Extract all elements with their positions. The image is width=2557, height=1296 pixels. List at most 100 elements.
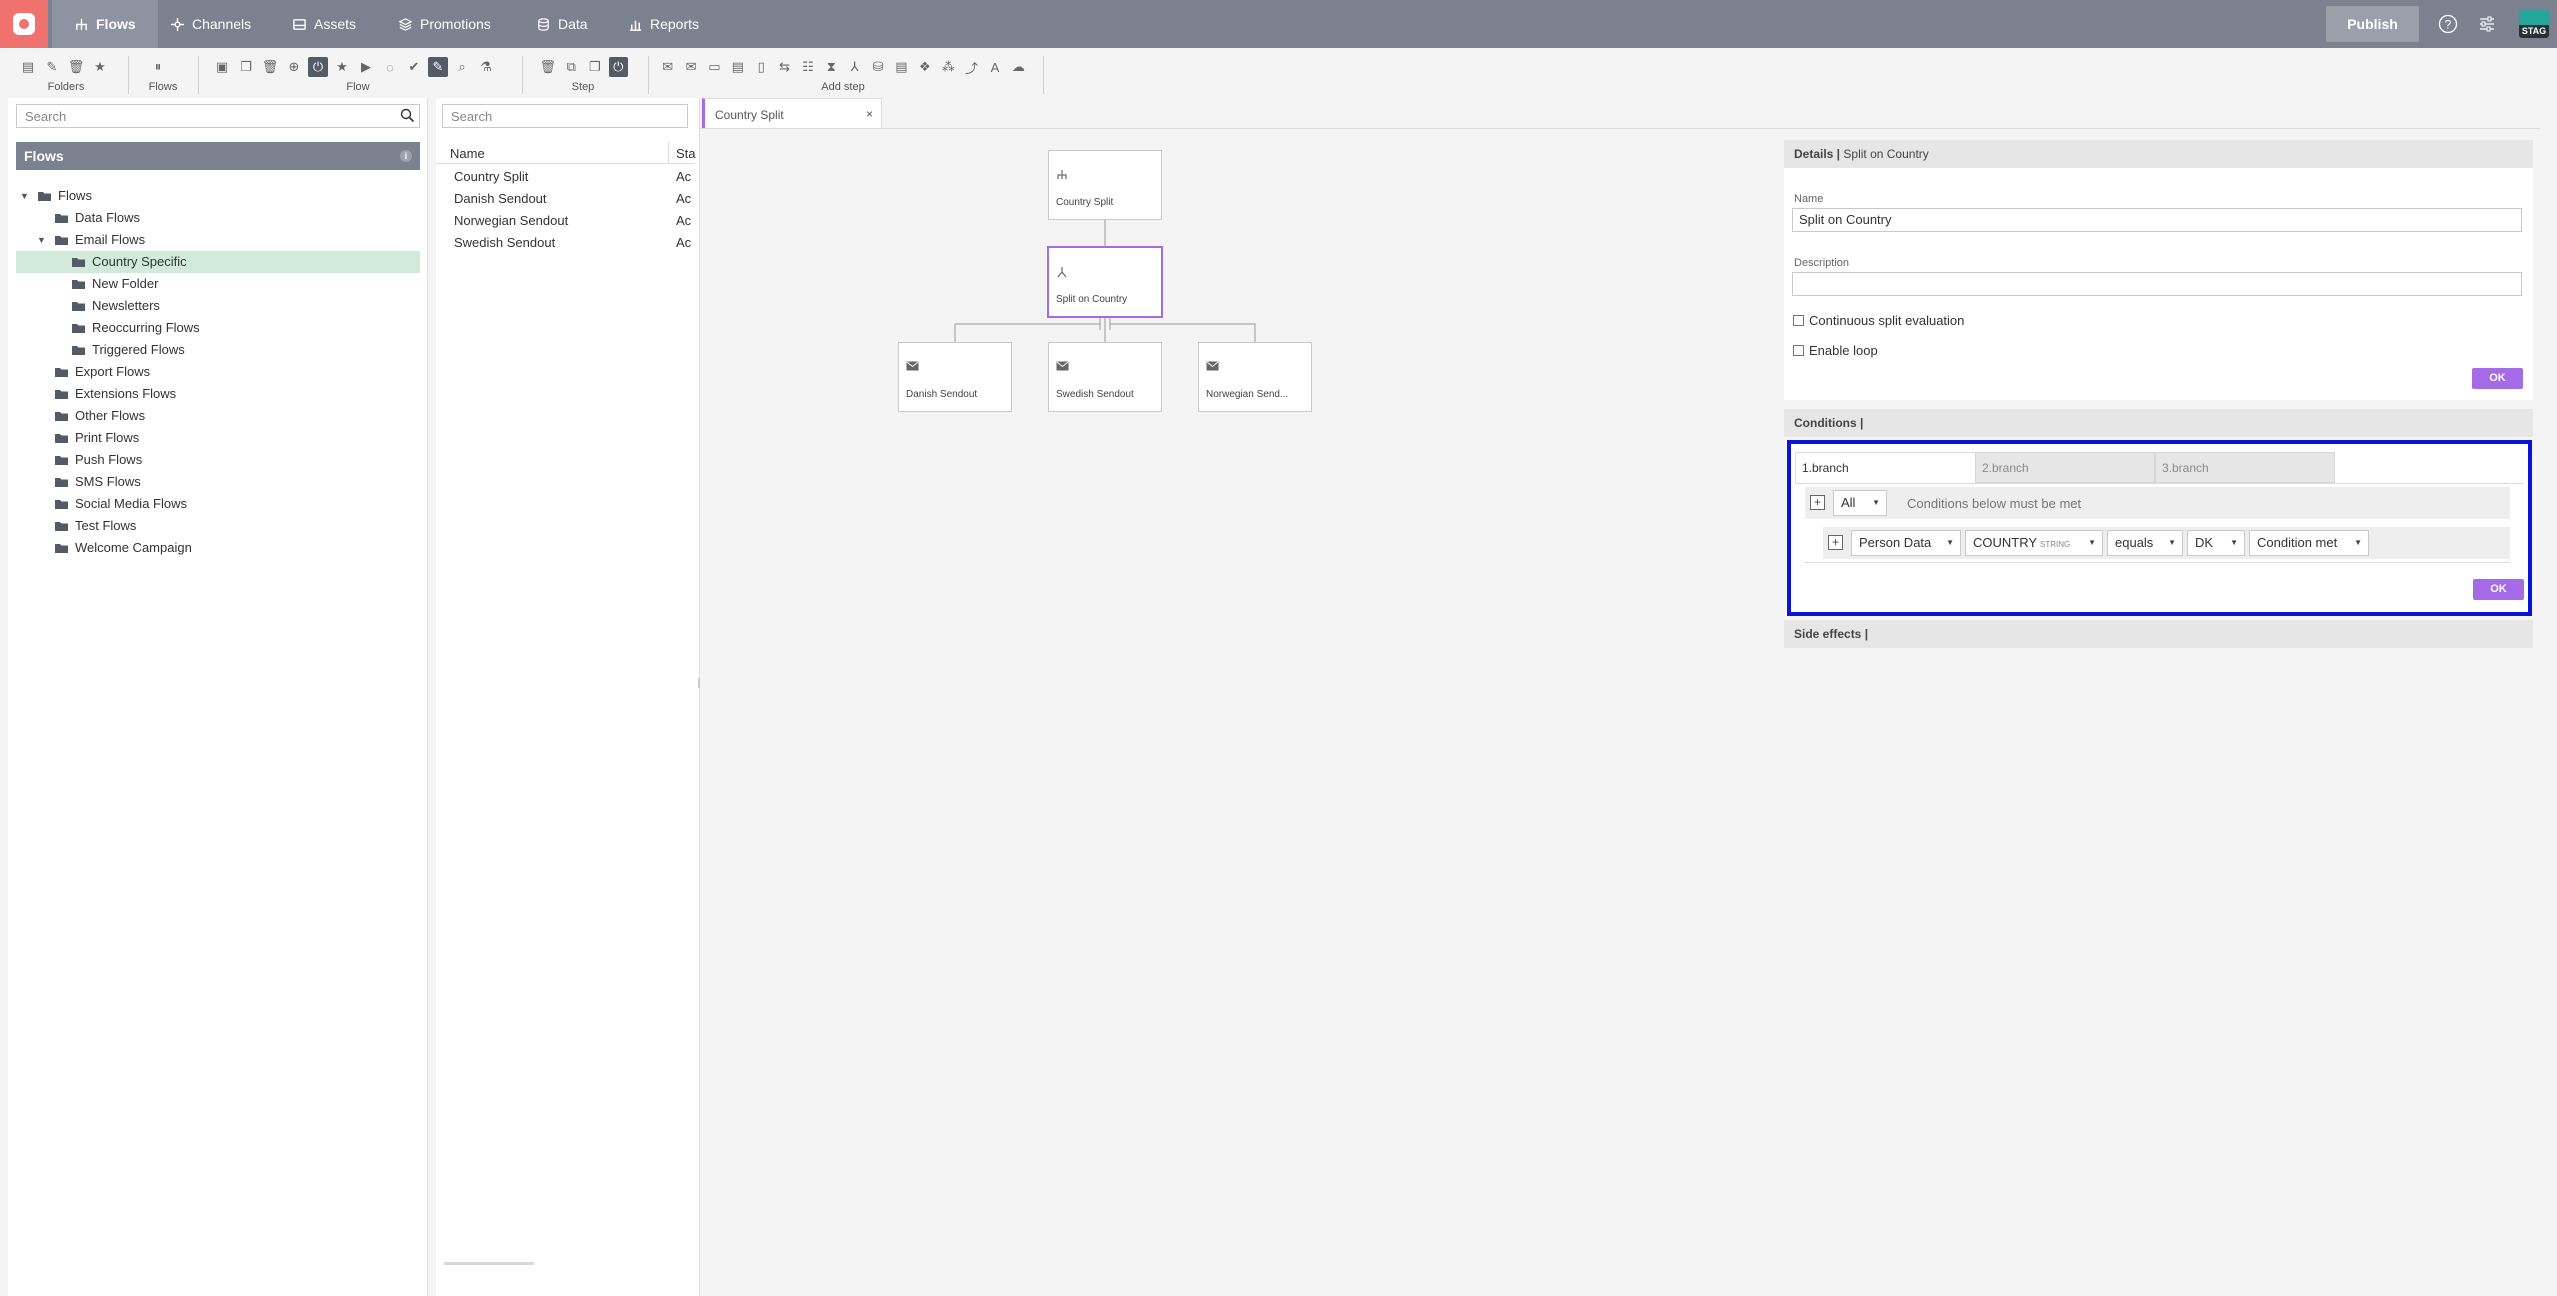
flow-search-input[interactable] (443, 105, 687, 127)
flow-node-branch-3[interactable]: Norwegian Send... (1198, 342, 1312, 412)
add-print-icon[interactable]: ▤ (728, 57, 747, 77)
checkbox-box[interactable] (1793, 315, 1804, 326)
expand-caret-icon[interactable]: ▼ (37, 229, 47, 251)
check-icon[interactable]: ✔ (404, 57, 424, 77)
environment-badge[interactable]: STAG (2519, 10, 2549, 38)
folder-tree-item[interactable]: Export Flows (16, 361, 420, 383)
nav-flows[interactable]: Flows (52, 0, 158, 48)
folder-tree-item[interactable]: Social Media Flows (16, 493, 420, 515)
flow-list-row[interactable]: Country Split Ac (436, 166, 694, 188)
edit-folder-icon[interactable]: ✎ (42, 57, 62, 77)
nav-channels[interactable]: Channels (148, 0, 273, 48)
add-export-icon[interactable]: ▤ (892, 57, 911, 77)
help-icon[interactable]: ? (2436, 12, 2460, 36)
search-flow-icon[interactable]: ⌕ (452, 57, 472, 77)
search-icon[interactable] (400, 108, 415, 126)
add-ab-test-icon[interactable]: A (985, 57, 1004, 77)
add-split-icon[interactable]: ⅄ (845, 57, 864, 77)
nav-reports[interactable]: Reports (606, 0, 721, 48)
tab-branch-3[interactable]: 3.branch (2155, 452, 2335, 483)
folder-tree-item[interactable]: Extensions Flows (16, 383, 420, 405)
step-power-icon[interactable]: ⏻ (608, 57, 628, 77)
folder-tree-item[interactable]: Data Flows (16, 207, 420, 229)
add-cloud-icon[interactable]: ☁ (1009, 57, 1028, 77)
condition-mode-select[interactable]: Condition met ▼ (2249, 530, 2369, 556)
folder-tree-item[interactable]: New Folder (16, 273, 420, 295)
name-field[interactable]: Split on Country (1792, 208, 2522, 232)
add-condition-group-icon[interactable]: + (1810, 495, 1825, 510)
column-header-status[interactable]: Sta (676, 146, 696, 161)
flow-node-branch-2[interactable]: Swedish Sendout (1048, 342, 1162, 412)
checkbox-box[interactable] (1793, 345, 1804, 356)
copy-step-icon[interactable]: ❐ (585, 57, 605, 77)
column-divider[interactable] (668, 142, 669, 164)
folder-tree-item[interactable]: ▼ Email Flows (16, 229, 420, 251)
add-social-icon[interactable]: ❖ (915, 57, 934, 77)
edit-flow-icon[interactable]: ✎ (428, 57, 448, 77)
details-panel-header[interactable]: Details | Split on Country (1784, 140, 2533, 168)
flow-node-branch-1[interactable]: Danish Sendout (898, 342, 1012, 412)
info-icon[interactable]: i (400, 150, 412, 162)
continuous-split-checkbox[interactable]: Continuous split evaluation (1793, 313, 1964, 328)
add-transform-icon[interactable]: ⇆ (775, 57, 794, 77)
folder-tree-item[interactable]: Welcome Campaign (16, 537, 420, 559)
nav-data[interactable]: Data (514, 0, 610, 48)
description-field[interactable] (1792, 272, 2522, 296)
publish-button[interactable]: Publish (2326, 6, 2419, 42)
add-filter-icon[interactable]: ☷ (798, 57, 817, 77)
flow-list-row[interactable]: Norwegian Sendout Ac (436, 210, 694, 232)
delete-flow-icon[interactable]: 🗑 (260, 57, 280, 77)
add-sms-icon[interactable]: ✉ (681, 57, 700, 77)
add-page-icon[interactable]: ▭ (705, 57, 724, 77)
pause-flows-icon[interactable]: ⏸ (148, 57, 168, 77)
folder-tree-item[interactable]: Reoccurring Flows (16, 317, 420, 339)
pin-icon[interactable]: ◌ (380, 57, 400, 77)
flow-list-row[interactable]: Danish Sendout Ac (436, 188, 694, 210)
add-condition-icon[interactable]: + (1828, 535, 1843, 550)
folder-tree-item[interactable]: Push Flows (16, 449, 420, 471)
play-icon[interactable]: ▶ (356, 57, 376, 77)
add-network-icon[interactable]: ⁂ (939, 57, 958, 77)
save-icon[interactable]: ▣ (212, 57, 232, 77)
folder-tree-item[interactable]: Newsletters (16, 295, 420, 317)
nav-promotions[interactable]: Promotions (376, 0, 513, 48)
flow-node-root[interactable]: Country Split (1048, 150, 1162, 220)
side-effects-panel-header[interactable]: Side effects | (1784, 620, 2533, 648)
conditions-panel-header[interactable]: Conditions | (1784, 409, 2533, 437)
flow-node-split[interactable]: Split on Country (1047, 246, 1163, 318)
folder-tree-item[interactable]: Triggered Flows (16, 339, 420, 361)
settings-sliders-icon[interactable] (2475, 12, 2499, 36)
add-wait-icon[interactable]: ⧗ (822, 57, 841, 77)
tab-country-split[interactable]: Country Split × (702, 98, 882, 128)
folder-tree-item[interactable]: Test Flows (16, 515, 420, 537)
add-data-icon[interactable]: ⛁ (868, 57, 887, 77)
add-push-icon[interactable]: ▯ (752, 57, 771, 77)
folder-tree-item[interactable]: Print Flows (16, 427, 420, 449)
new-folder-icon[interactable]: ▤ (18, 57, 38, 77)
star-icon[interactable]: ★ (332, 57, 352, 77)
horizontal-scrollbar[interactable] (444, 1262, 534, 1265)
folder-tree-item[interactable]: SMS Flows (16, 471, 420, 493)
folder-tree-item[interactable]: Country Specific (16, 251, 420, 273)
close-tab-icon[interactable]: × (866, 107, 873, 121)
nav-assets[interactable]: Assets (270, 0, 378, 48)
add-webhook-icon[interactable]: ⤴ (962, 57, 981, 77)
folder-search-input[interactable] (17, 105, 419, 127)
field-select[interactable]: COUNTRY STRING ▼ (1965, 530, 2103, 556)
add-email-icon[interactable]: ✉ (658, 57, 677, 77)
test-icon[interactable]: ⚗ (476, 57, 496, 77)
column-header-name[interactable]: Name (450, 146, 485, 161)
tab-branch-2[interactable]: 2.branch (1975, 452, 2155, 483)
value-select[interactable]: DK ▼ (2187, 530, 2245, 556)
folder-tree-item[interactable]: Other Flows (16, 405, 420, 427)
app-logo[interactable] (0, 0, 48, 48)
favorite-folder-icon[interactable]: ★ (90, 57, 110, 77)
power-icon[interactable]: ⏻ (308, 57, 328, 77)
panel-resize-handle[interactable] (698, 678, 700, 688)
split-layout-icon[interactable]: ⊕ (284, 57, 304, 77)
copy-icon[interactable]: ❐ (236, 57, 256, 77)
enable-loop-checkbox[interactable]: Enable loop (1793, 343, 1878, 358)
delete-step-icon[interactable]: 🗑 (538, 57, 558, 77)
group-mode-select[interactable]: All ▼ (1833, 490, 1887, 516)
operator-select[interactable]: equals ▼ (2107, 530, 2183, 556)
